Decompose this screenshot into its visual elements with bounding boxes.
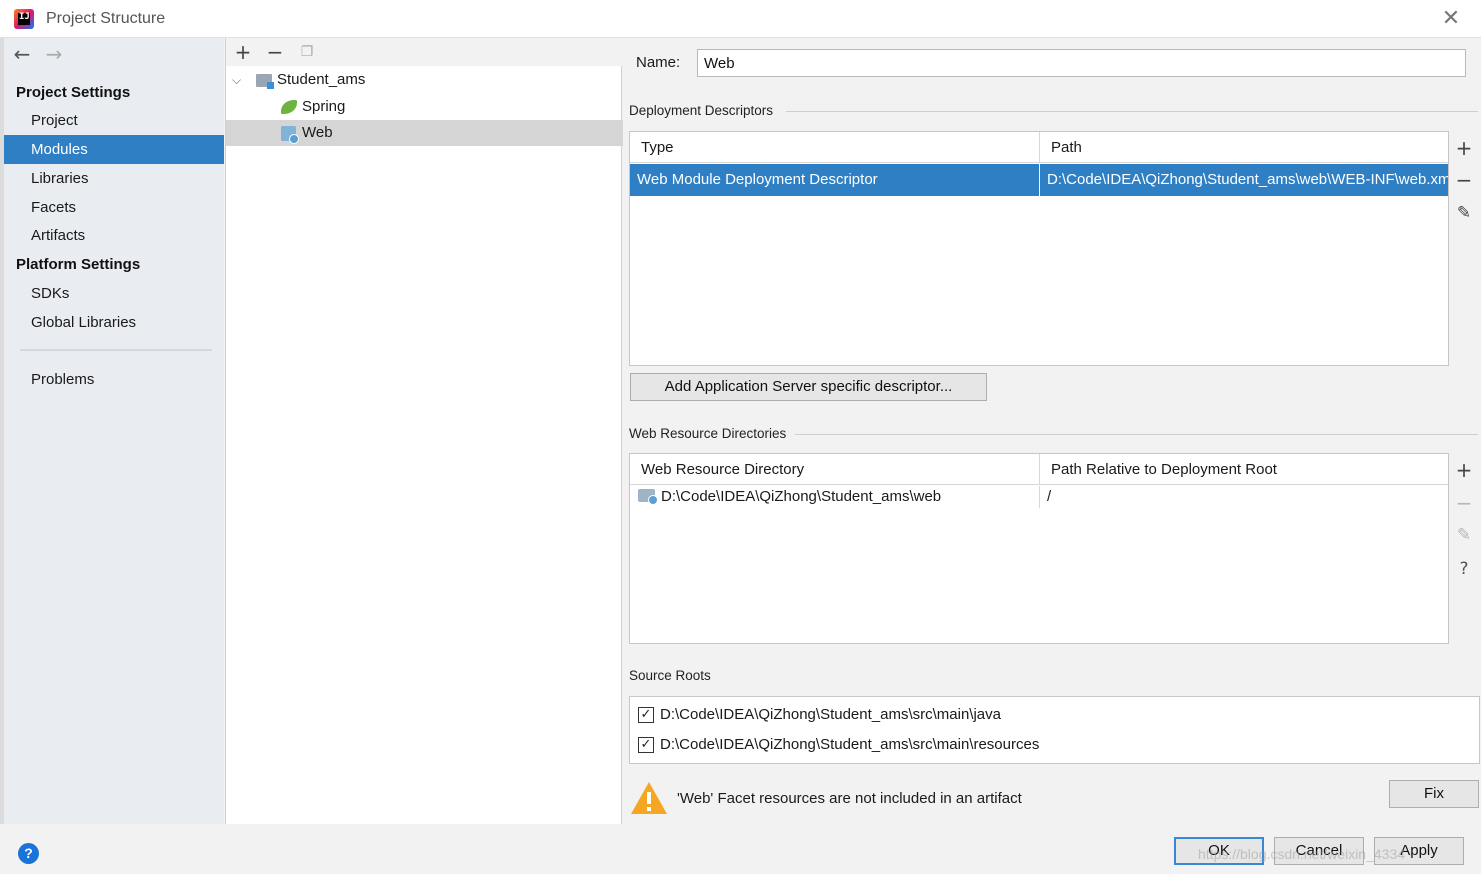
sidebar-item-sdks[interactable]: SDKs xyxy=(4,279,224,308)
sidebar-item-facets[interactable]: Facets xyxy=(4,193,224,222)
section-divider xyxy=(795,434,1478,435)
title-bar: IJ Project Structure ✕ xyxy=(0,0,1481,38)
sidebar-divider xyxy=(20,349,212,351)
cancel-button[interactable]: Cancel xyxy=(1274,837,1364,865)
descriptor-type-cell: Web Module Deployment Descriptor xyxy=(637,171,878,188)
intellij-logo-icon: IJ xyxy=(14,9,34,29)
navigation-bar: ← → xyxy=(4,38,224,70)
web-resource-directories-table: Web Resource Directory Path Relative to … xyxy=(629,453,1449,644)
web-facet-icon xyxy=(281,126,299,144)
back-arrow-icon[interactable]: ← xyxy=(10,42,34,66)
checkbox-checked-icon[interactable]: ✓ xyxy=(638,737,654,753)
table-header: Web Resource Directory Path Relative to … xyxy=(630,454,1448,485)
source-root-path: D:\Code\IDEA\QiZhong\Student_ams\src\mai… xyxy=(660,706,1001,723)
spring-leaf-icon xyxy=(281,100,297,114)
table-header: Type Path xyxy=(630,132,1448,163)
sidebar-item-project[interactable]: Project xyxy=(4,106,224,135)
ok-button[interactable]: OK xyxy=(1174,837,1264,865)
column-header-path[interactable]: Path xyxy=(1039,132,1448,163)
name-label: Name: xyxy=(636,54,681,71)
edit-pencil-icon[interactable]: ✎ xyxy=(1451,522,1477,548)
help-question-icon[interactable]: ? xyxy=(1451,556,1477,582)
add-icon[interactable]: + xyxy=(1451,457,1477,483)
warning-message: 'Web' Facet resources are not included i… xyxy=(677,790,1022,807)
module-folder-icon xyxy=(256,74,274,89)
tree-node-label: Web xyxy=(302,124,333,141)
platform-settings-header: Platform Settings xyxy=(16,256,141,273)
remove-icon[interactable]: − xyxy=(1451,167,1477,193)
add-icon[interactable]: + xyxy=(232,40,254,64)
column-header-directory[interactable]: Web Resource Directory xyxy=(630,454,1039,485)
column-header-type[interactable]: Type xyxy=(630,132,1039,163)
web-resource-directories-title: Web Resource Directories xyxy=(629,426,787,441)
tree-node-web[interactable]: Web xyxy=(226,120,623,146)
name-input[interactable] xyxy=(697,49,1466,77)
warning-triangle-icon xyxy=(631,782,667,814)
close-icon[interactable]: ✕ xyxy=(1438,6,1464,32)
sidebar-item-artifacts[interactable]: Artifacts xyxy=(4,221,224,250)
tree-node-spring[interactable]: Spring xyxy=(226,94,623,120)
source-root-path: D:\Code\IDEA\QiZhong\Student_ams\src\mai… xyxy=(660,736,1040,753)
add-server-descriptor-button[interactable]: Add Application Server specific descript… xyxy=(630,373,987,401)
remove-icon[interactable]: − xyxy=(264,40,286,64)
deployment-descriptors-table: Type Path Web Module Deployment Descript… xyxy=(629,131,1449,366)
remove-icon[interactable]: − xyxy=(1451,490,1477,516)
window-title: Project Structure xyxy=(46,10,166,27)
sidebar-item-libraries[interactable]: Libraries xyxy=(4,164,224,193)
descriptor-path-cell: D:\Code\IDEA\QiZhong\Student_ams\web\WEB… xyxy=(1039,164,1448,196)
checkbox-checked-icon[interactable]: ✓ xyxy=(638,707,654,723)
fix-button[interactable]: Fix xyxy=(1389,780,1479,808)
module-tree-panel: + − ❐ ⌵ Student_ams Spring Web xyxy=(225,38,623,824)
sidebar-item-problems[interactable]: Problems xyxy=(4,365,224,394)
sidebar-item-global-libraries[interactable]: Global Libraries xyxy=(4,308,224,337)
tree-node-label: Spring xyxy=(302,98,346,115)
project-settings-header: Project Settings xyxy=(16,84,131,101)
source-roots-list: ✓ D:\Code\IDEA\QiZhong\Student_ams\src\m… xyxy=(629,696,1480,764)
relative-path-cell: / xyxy=(1039,486,1448,508)
edit-pencil-icon[interactable]: ✎ xyxy=(1451,200,1477,226)
tree-toolbar: + − ❐ xyxy=(226,38,623,66)
sidebar-item-modules[interactable]: Modules xyxy=(4,135,224,164)
web-folder-icon xyxy=(638,489,658,505)
tree-node-student-ams[interactable]: ⌵ Student_ams xyxy=(226,67,623,93)
section-divider xyxy=(786,111,1478,112)
table-row[interactable]: D:\Code\IDEA\QiZhong\Student_ams\web / xyxy=(630,486,1448,508)
source-roots-title: Source Roots xyxy=(629,668,711,683)
chevron-down-icon[interactable]: ⌵ xyxy=(232,67,246,93)
column-header-relative-path[interactable]: Path Relative to Deployment Root xyxy=(1039,454,1448,485)
deployment-descriptors-title: Deployment Descriptors xyxy=(629,103,774,118)
add-icon[interactable]: + xyxy=(1451,135,1477,161)
apply-button[interactable]: Apply xyxy=(1374,837,1464,865)
forward-arrow-icon[interactable]: → xyxy=(42,42,66,66)
resource-directory-cell: D:\Code\IDEA\QiZhong\Student_ams\web xyxy=(661,488,942,505)
tree-node-label: Student_ams xyxy=(277,71,366,88)
help-icon[interactable]: ? xyxy=(18,843,39,864)
copy-icon[interactable]: ❐ xyxy=(296,40,318,64)
table-row[interactable]: Web Module Deployment Descriptor D:\Code… xyxy=(630,164,1448,196)
